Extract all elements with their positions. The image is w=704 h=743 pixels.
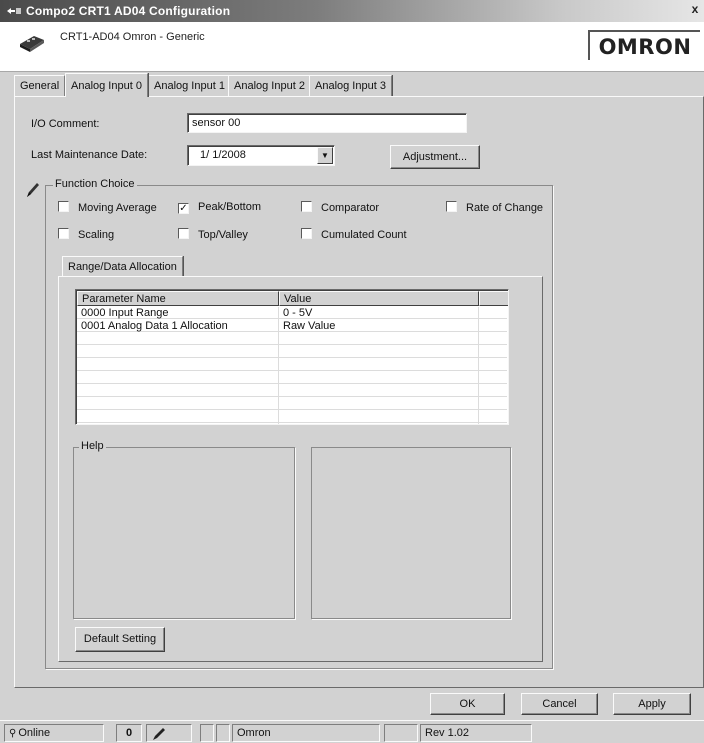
omron-logo: OMRON <box>588 30 700 60</box>
adjustment-button[interactable]: Adjustment... <box>390 145 480 169</box>
pen-icon <box>153 728 165 740</box>
parameter-name-cell: 0000 Input Range <box>81 307 169 319</box>
checkbox-box[interactable] <box>301 201 312 212</box>
checkbox-label: Scaling <box>78 229 115 241</box>
maintenance-date-value: 1/ 1/2008 <box>200 149 246 161</box>
maintenance-date-label: Last Maintenance Date: <box>31 149 148 161</box>
table-row <box>77 398 507 410</box>
status-empty <box>384 724 418 742</box>
close-button[interactable]: x <box>688 2 702 18</box>
checkbox-label: Peak/Bottom <box>198 201 261 213</box>
checkbox-cumulated-count[interactable]: Cumulated Count <box>301 228 407 241</box>
checkbox-scaling[interactable]: Scaling <box>58 228 114 241</box>
table-row[interactable]: 0001 Analog Data 1 Allocation Raw Value <box>77 320 507 332</box>
status-indicator <box>200 724 214 742</box>
network-icon: ⚲ <box>9 728 17 739</box>
app-icon <box>7 8 21 14</box>
status-edit <box>146 724 192 742</box>
help-group <box>73 447 295 619</box>
dropdown-arrow-icon[interactable]: ▼ <box>317 147 333 164</box>
column-header-parameter-name[interactable]: Parameter Name <box>77 291 279 306</box>
checkbox-comparator[interactable]: Comparator <box>301 201 379 214</box>
status-online: ⚲ Online <box>4 724 104 742</box>
status-cylinder: 0 <box>116 724 142 742</box>
tab-analog-input-0[interactable]: Analog Input 0 <box>65 73 148 97</box>
checkbox-moving-average[interactable]: Moving Average <box>58 201 157 214</box>
parameter-name-cell: 0001 Analog Data 1 Allocation <box>81 320 228 332</box>
status-revision: Rev 1.02 <box>420 724 532 742</box>
table-row <box>77 359 507 371</box>
device-icon <box>20 36 44 52</box>
window-title: Compo2 CRT1 AD04 Configuration <box>26 4 231 18</box>
configuration-window: Compo2 CRT1 AD04 Configuration x CRT1-AD… <box>0 0 704 743</box>
title-bar[interactable]: Compo2 CRT1 AD04 Configuration x <box>0 0 704 22</box>
cancel-button[interactable]: Cancel <box>521 693 598 715</box>
device-name: CRT1-AD04 Omron - Generic <box>60 31 205 43</box>
range-data-allocation-panel: Parameter Name Value 0000 Input Range 0 … <box>58 276 543 662</box>
parameter-grid[interactable]: Parameter Name Value 0000 Input Range 0 … <box>75 289 509 425</box>
tab-analog-input-2[interactable]: Analog Input 2 <box>228 75 311 96</box>
status-bar: ⚲ Online 0 Omron Rev 1.02 <box>0 720 704 743</box>
tab-range-data-allocation[interactable]: Range/Data Allocation <box>62 256 183 276</box>
maintenance-date-picker[interactable]: 1/ 1/2008 ▼ <box>187 145 335 166</box>
checkbox-rate-of-change[interactable]: Rate of Change <box>446 201 543 214</box>
table-row <box>77 385 507 397</box>
table-row[interactable]: 0000 Input Range 0 - 5V <box>77 307 507 319</box>
checkbox-peak-bottom[interactable]: ✓ Peak/Bottom <box>178 201 261 214</box>
checkbox-label: Comparator <box>321 202 380 214</box>
status-vendor: Omron <box>232 724 380 742</box>
checkbox-box[interactable] <box>446 201 457 212</box>
parameter-value-cell[interactable]: 0 - 5V <box>283 307 312 319</box>
device-header: CRT1-AD04 Omron - Generic OMRON <box>0 22 704 72</box>
parameter-value-cell[interactable]: Raw Value <box>283 320 335 332</box>
status-indicator <box>216 724 230 742</box>
table-row <box>77 333 507 345</box>
column-header-extra[interactable] <box>479 291 508 306</box>
checkbox-label: Cumulated Count <box>321 229 407 241</box>
checkbox-top-valley[interactable]: Top/Valley <box>178 228 248 241</box>
online-status-label: Online <box>18 727 51 739</box>
checkbox-box[interactable] <box>58 228 69 239</box>
checkbox-box[interactable] <box>178 228 189 239</box>
checkbox-label: Moving Average <box>78 202 157 214</box>
checkbox-box[interactable] <box>58 201 69 212</box>
column-header-value[interactable]: Value <box>279 291 479 306</box>
checkbox-label: Top/Valley <box>198 229 248 241</box>
checkbox-box[interactable] <box>301 228 312 239</box>
checkbox-box[interactable]: ✓ <box>178 203 189 214</box>
pen-icon <box>27 183 39 197</box>
io-comment-label: I/O Comment: <box>31 118 100 130</box>
function-choice-title: Function Choice <box>53 178 137 190</box>
table-row <box>77 411 507 423</box>
apply-button[interactable]: Apply <box>613 693 691 715</box>
table-row <box>77 372 507 384</box>
analog-input-0-panel: I/O Comment: sensor 00 Last Maintenance … <box>14 96 704 688</box>
cylinder-icon: 0 <box>125 727 133 739</box>
default-setting-button[interactable]: Default Setting <box>75 627 165 652</box>
tab-analog-input-1[interactable]: Analog Input 1 <box>148 75 231 96</box>
ok-button[interactable]: OK <box>430 693 505 715</box>
io-comment-input[interactable]: sensor 00 <box>187 113 467 133</box>
help-detail-box <box>311 447 511 619</box>
tab-analog-input-3[interactable]: Analog Input 3 <box>309 75 392 96</box>
tab-general[interactable]: General <box>14 75 66 96</box>
table-row <box>77 346 507 358</box>
help-title: Help <box>79 440 106 452</box>
checkbox-label: Rate of Change <box>466 202 544 214</box>
